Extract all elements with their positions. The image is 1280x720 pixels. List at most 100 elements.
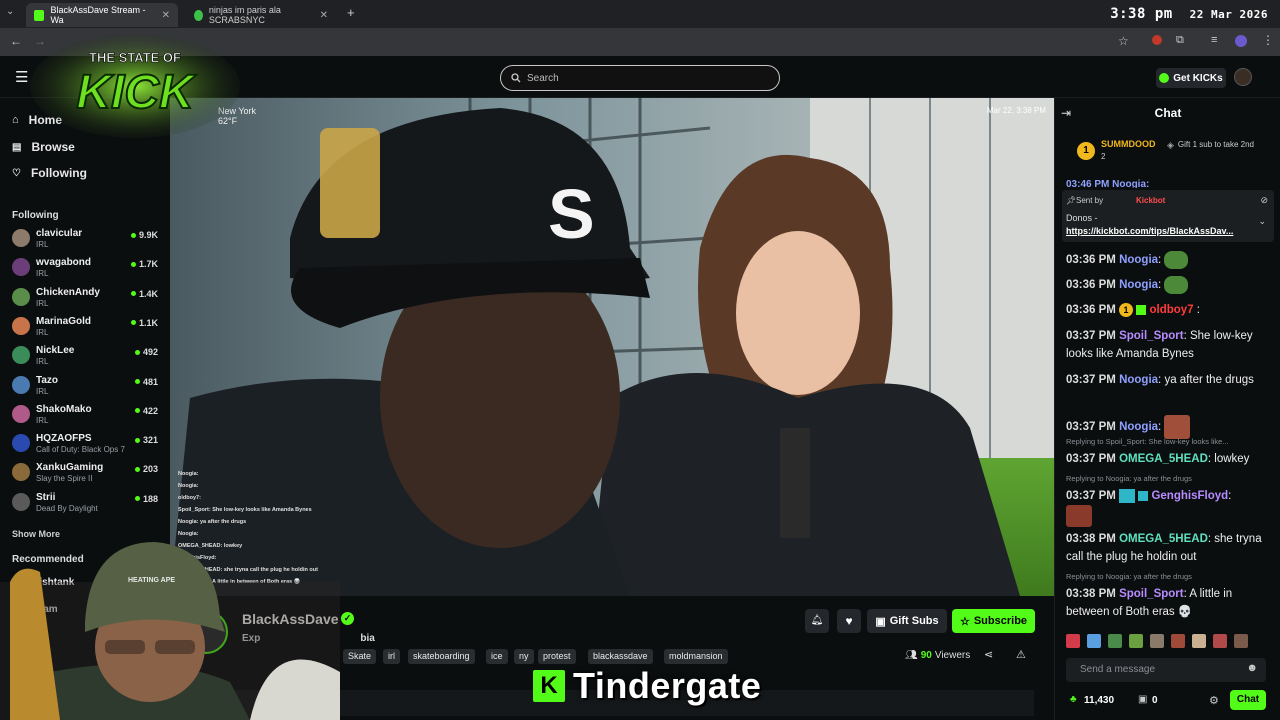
extension-icon[interactable] — [1152, 35, 1162, 45]
viewer-count: 188 — [134, 494, 158, 504]
points-value[interactable]: 11,430 — [1084, 695, 1114, 706]
report-icon[interactable]: ⚠ — [1016, 648, 1026, 661]
sidebar-channel-chickenandy[interactable]: ChickenAndy IRL 1.4K — [12, 285, 162, 313]
viewers-label: Viewers — [934, 650, 971, 661]
message-text: lowkey — [1214, 453, 1250, 465]
live-dot-icon — [130, 291, 136, 297]
kick-logo-icon: K — [533, 670, 565, 702]
chat-message[interactable]: 03:37 PM GenghisFloyd: — [1066, 487, 1270, 527]
user-avatar[interactable] — [1234, 68, 1252, 86]
notification-bell-button[interactable]: 🔔︎ — [805, 609, 829, 633]
tag-skate[interactable]: Skate — [343, 649, 377, 664]
gift-prompt[interactable]: ◈ Gift 1 sub to take 2nd — [1167, 140, 1277, 151]
emote-icon[interactable] — [1150, 634, 1164, 648]
send-chat-button[interactable]: Chat — [1230, 690, 1266, 710]
emote-icon[interactable] — [1066, 634, 1080, 648]
playlist-icon[interactable]: ≡ — [1211, 34, 1217, 46]
emote-icon[interactable] — [1234, 634, 1248, 648]
back-icon[interactable]: ← — [10, 34, 22, 48]
emote-icon[interactable] — [1213, 634, 1227, 648]
search-input[interactable]: Search — [500, 65, 780, 91]
sidebar-channel-tazo[interactable]: Tazo IRL 481 — [12, 373, 162, 401]
overlay-chat-line: Noogia: — [178, 471, 199, 477]
live-dot-icon — [134, 466, 140, 472]
chat-message[interactable]: 03:37 PM Noogia: — [1066, 415, 1270, 439]
emote-icon[interactable] — [1087, 634, 1101, 648]
sidebar-channel-wvagabond[interactable]: wvagabond IRL 1.7K — [12, 255, 162, 283]
message-username[interactable]: OMEGA_5HEAD — [1119, 533, 1208, 545]
message-username[interactable]: Noogia — [1119, 374, 1158, 386]
chat-message[interactable]: 03:37 PM Noogia: ya after the drugs — [1066, 371, 1270, 389]
reply-context[interactable]: Replying to Noogia: ya after the drugs — [1066, 572, 1192, 581]
sidebar-channel-hqzaofps[interactable]: HQZAOFPS Call of Duty: Black Ops 7 321 — [12, 431, 162, 459]
message-username[interactable]: Noogia — [1119, 279, 1158, 291]
viewers-value: 203 — [142, 464, 158, 475]
browse-icon: ▤ — [12, 141, 22, 153]
tab-close-icon[interactable]: ✕ — [162, 10, 170, 21]
emote-icon[interactable] — [1129, 634, 1143, 648]
tag-blackassdave[interactable]: blackassdave — [588, 649, 653, 664]
tag-ny[interactable]: ny — [514, 649, 534, 664]
viewer-count: 203 — [134, 464, 158, 475]
tag-ice[interactable]: ice — [486, 649, 508, 664]
chat-message[interactable]: 03:38 PM Spoil_Sport: A little in betwee… — [1066, 585, 1270, 621]
tag-moldmansion[interactable]: moldmansion — [664, 649, 728, 664]
new-tab-icon[interactable]: + — [347, 5, 355, 20]
sidebar-channel-shakomako[interactable]: ShakoMako IRL 422 — [12, 402, 162, 430]
follow-heart-button[interactable]: ♥ — [837, 609, 861, 633]
sidebar-channel-marinagold[interactable]: MarinaGold IRL 1.1K — [12, 314, 162, 342]
sidebar-channel-nicklee[interactable]: NickLee IRL 492 — [12, 343, 162, 371]
gift-subs-button[interactable]: ▣ Gift Subs — [867, 609, 947, 633]
chat-message[interactable]: 03:37 PM Spoil_Sport: She low-key looks … — [1066, 327, 1270, 363]
chat-message[interactable]: 03:37 PM OMEGA_5HEAD: lowkey — [1066, 450, 1270, 468]
menu-dots-icon[interactable]: ⋮ — [1262, 33, 1274, 47]
message-username[interactable]: OMEGA_5HEAD — [1119, 453, 1208, 465]
channel-name: MarinaGold — [36, 315, 92, 327]
tab-close-icon[interactable]: ✕ — [320, 10, 328, 21]
browser-tab[interactable]: ninjas im paris ala SCRABSNYC ✕ — [186, 3, 336, 27]
chat-message[interactable]: 03:36 PM Noogia: — [1066, 276, 1270, 294]
pinned-link[interactable]: https://kickbot.com/tips/BlackAssDav... — [1066, 226, 1233, 236]
puzzle-icon[interactable]: ⧉ — [1176, 34, 1184, 47]
chat-message[interactable]: 03:36 PM 1 oldboy7 : — [1066, 301, 1270, 319]
message-username[interactable]: Noogia — [1119, 254, 1158, 266]
sidebar-item-browse[interactable]: ▤ Browse — [12, 140, 75, 154]
tag-irl[interactable]: irl — [383, 649, 400, 664]
sidebar-item-following[interactable]: ♡ Following — [12, 166, 87, 180]
subscribe-button[interactable]: ☆ Subscribe — [952, 609, 1035, 633]
message-username[interactable]: Spoil_Sport — [1119, 588, 1184, 600]
unpin-icon[interactable]: ⊘ — [1260, 195, 1268, 206]
browser-tab-active[interactable]: BlackAssDave Stream - Wa ✕ — [26, 3, 178, 27]
reply-context[interactable]: Replying to Noogia: ya after the drugs — [1066, 474, 1192, 483]
message-username[interactable]: GenghisFloyd — [1151, 490, 1228, 502]
emote-icon[interactable] — [1192, 634, 1206, 648]
emote-icon[interactable] — [1108, 634, 1122, 648]
chat-message[interactable]: 03:38 PM OMEGA_5HEAD: she tryna call the… — [1066, 530, 1270, 566]
get-kicks-button[interactable]: Get KICKs — [1156, 68, 1226, 88]
sidebar-channel-strii[interactable]: Strii Dead By Daylight 188 — [12, 490, 162, 518]
tag-protest[interactable]: protest — [538, 649, 576, 664]
tag-skateboarding[interactable]: skateboarding — [408, 649, 475, 664]
profile-avatar[interactable] — [1235, 35, 1247, 47]
message-time: 03:36 PM — [1066, 279, 1116, 292]
emoji-icon[interactable]: ☻ — [1246, 662, 1258, 674]
tab-search-icon[interactable]: ⌄ — [6, 6, 14, 17]
star-icon[interactable]: ☆ — [1118, 34, 1129, 48]
chat-input[interactable]: Send a message ☻ — [1066, 658, 1266, 682]
gift-count[interactable]: 0 — [1152, 695, 1158, 706]
viewer-count: 👥︎ 90 Viewers — [905, 650, 970, 661]
message-username[interactable]: Noogia — [1119, 421, 1158, 433]
expand-chevron-icon[interactable]: ⌄ — [1258, 216, 1266, 227]
hamburger-menu-icon[interactable]: ☰ — [15, 68, 28, 86]
sidebar-channel-clavicular[interactable]: clavicular IRL 9.9K — [12, 226, 162, 254]
sidebar-channel-xankugaming[interactable]: XankuGaming Slay the Spire II 203 — [12, 460, 162, 488]
emote-icon[interactable] — [1171, 634, 1185, 648]
share-icon[interactable]: ⋖ — [984, 648, 993, 661]
pinned-message[interactable]: 📌︎ Sent by Kickbot ⊘ Donos - https://kic… — [1062, 190, 1274, 242]
channel-category: IRL — [36, 298, 49, 308]
chat-message[interactable]: 03:36 PM Noogia: — [1066, 251, 1270, 269]
reply-context[interactable]: Replying to Spoil_Sport: She low-key loo… — [1066, 437, 1229, 446]
message-username[interactable]: oldboy7 — [1149, 304, 1193, 316]
settings-gear-icon[interactable]: ⚙ — [1209, 694, 1219, 707]
message-username[interactable]: Spoil_Sport — [1119, 330, 1184, 342]
